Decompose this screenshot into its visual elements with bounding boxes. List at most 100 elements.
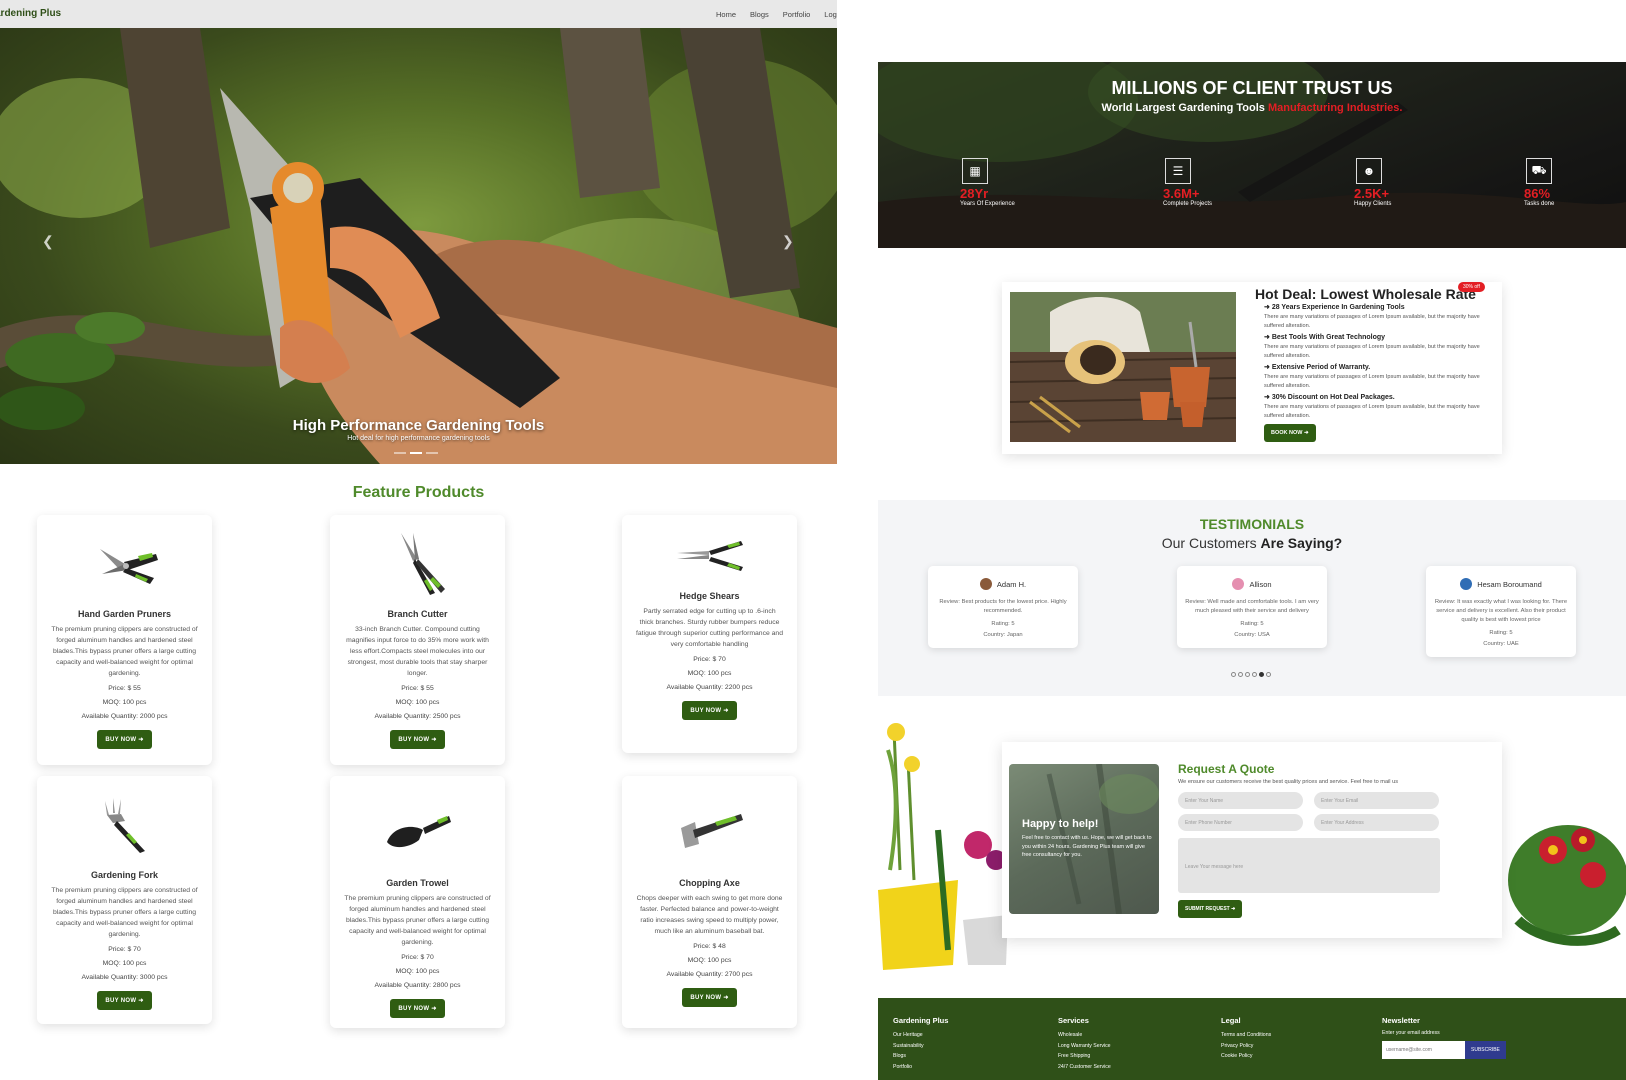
footer-link[interactable]: Portfolio (893, 1062, 948, 1073)
product-price: Price: $ 70 (401, 954, 434, 961)
quote-card: Happy to help! Feel free to contact with… (1002, 742, 1502, 938)
buy-now-button[interactable]: BUY NOW ➜ (390, 999, 445, 1018)
hero-next-icon[interactable]: ❯ (782, 233, 794, 250)
buy-now-button[interactable]: BUY NOW ➜ (97, 991, 152, 1010)
buy-now-button[interactable]: BUY NOW ➜ (682, 701, 737, 720)
buy-now-button[interactable]: BUY NOW ➜ (97, 730, 152, 749)
axe-icon (622, 798, 797, 868)
nav-links: Home Blogs Portfolio Logi (716, 10, 837, 22)
buy-now-label: BUY NOW (105, 737, 137, 743)
footer-link[interactable]: Blogs (893, 1051, 948, 1062)
testimonial-card: Adam H. Review: Best products for the lo… (928, 566, 1078, 648)
product-description: Chops deeper with each swing to get more… (636, 895, 783, 935)
buy-now-button[interactable]: BUY NOW ➜ (390, 730, 445, 749)
footer-link[interactable]: Privacy Policy (1221, 1041, 1271, 1052)
brand-logo-text[interactable]: ardening Plus (0, 8, 61, 19)
arrow-right-icon: ➜ (1231, 906, 1236, 912)
nav-link-home[interactable]: Home (716, 10, 736, 19)
arrow-right-icon: ➜ (1264, 364, 1272, 371)
hero-prev-icon[interactable]: ❮ (42, 233, 54, 250)
message-field[interactable] (1178, 838, 1440, 893)
email-field[interactable] (1314, 792, 1439, 809)
footer-link[interactable]: Long Warranty Service (1058, 1041, 1111, 1052)
footer-link[interactable]: Our Heritage (893, 1030, 948, 1041)
testimonials-section: TESTIMONIALS Our Customers Are Saying? A… (878, 500, 1626, 696)
arrow-right-icon: ➜ (431, 737, 437, 743)
hero-indicator[interactable] (394, 452, 406, 454)
product-name: Hand Garden Pruners (77, 609, 172, 619)
footer-link[interactable]: Wholesale (1058, 1030, 1111, 1041)
hot-deal-card: Hot Deal: Lowest Wholesale Rate 30% off … (1002, 282, 1502, 454)
nav-link-portfolio[interactable]: Portfolio (783, 10, 811, 19)
subscribe-button[interactable]: SUBSCRIBE (1465, 1041, 1506, 1059)
deal-point-heading: ➜ 28 Years Experience In Gardening Tools (1264, 303, 1494, 313)
name-field[interactable] (1178, 792, 1303, 809)
book-now-button[interactable]: BOOK NOW ➜ (1264, 424, 1316, 442)
product-card: Branch Cutter 33-inch Branch Cutter. Com… (330, 515, 505, 765)
testimonial-rating: Rating: 5 (991, 621, 1015, 627)
address-field[interactable] (1314, 814, 1439, 831)
footer-heading: Services (1058, 1016, 1089, 1025)
hero-indicator-active[interactable] (410, 452, 422, 454)
testimonial-dot[interactable] (1245, 672, 1250, 677)
testimonial-rating: Rating: 5 (1489, 630, 1513, 636)
hero-indicator[interactable] (426, 452, 438, 454)
avatar (1460, 578, 1473, 590)
footer-link[interactable]: Free Shipping (1058, 1051, 1111, 1062)
buy-now-label: BUY NOW (398, 1006, 430, 1012)
product-quantity: Available Quantity: 3000 pcs (81, 974, 168, 981)
footer-link[interactable]: Cookie Policy (1221, 1051, 1271, 1062)
footer-link[interactable]: Sustainability (893, 1041, 948, 1052)
product-quantity: Available Quantity: 2700 pcs (666, 971, 753, 978)
help-title: Happy to help! (1022, 818, 1099, 830)
book-now-label: BOOK NOW (1271, 430, 1303, 436)
stats-banner: MILLIONS OF CLIENT TRUST US World Larges… (878, 62, 1626, 248)
testimonial-dot[interactable] (1238, 672, 1243, 677)
testimonial-dot-active[interactable] (1259, 672, 1264, 677)
nav-link-blogs[interactable]: Blogs (750, 10, 769, 19)
product-price: Price: $ 48 (693, 943, 726, 950)
testimonial-card: Hesam Boroumand Review: It was exactly w… (1426, 566, 1576, 657)
buy-now-button[interactable]: BUY NOW ➜ (682, 988, 737, 1007)
navbar: ardening Plus Home Blogs Portfolio Logi (0, 0, 837, 28)
product-description: The premium pruning clippers are constru… (51, 887, 198, 938)
testimonial-dot[interactable] (1252, 672, 1257, 677)
deal-point-heading: ➜ 30% Discount on Hot Deal Packages. (1264, 393, 1494, 403)
product-description: 33-inch Branch Cutter. Compound cutting … (346, 626, 489, 677)
newsletter-email-input[interactable] (1382, 1041, 1465, 1059)
newsletter-form: SUBSCRIBE (1382, 1041, 1506, 1059)
footer: Gardening Plus Our Heritage Sustainabili… (878, 998, 1626, 1080)
testimonial-dot[interactable] (1231, 672, 1236, 677)
footer-column-newsletter: Newsletter Enter your email address SUBS… (1382, 1016, 1506, 1059)
product-name: Chopping Axe (679, 878, 740, 888)
product-description: The premium pruning clippers are constru… (344, 895, 491, 946)
newsletter-label: Enter your email address (1382, 1030, 1440, 1036)
stats-subtitle: World Largest Gardening Tools Manufactur… (878, 102, 1626, 114)
calendar-icon: ▦ (962, 158, 988, 184)
arrow-right-icon: ➜ (138, 998, 144, 1004)
footer-link[interactable]: 24/7 Customer Service (1058, 1062, 1111, 1073)
hero-title: High Performance Gardening Tools (292, 417, 545, 434)
product-card: Gardening Fork The premium pruning clipp… (37, 776, 212, 1024)
nav-link-login[interactable]: Logi (824, 10, 837, 19)
stats-subtitle-main: World Largest Gardening Tools (1101, 102, 1268, 114)
deal-point-heading: ➜ Extensive Period of Warranty. (1264, 363, 1494, 373)
footer-link[interactable]: Terms and Conditions (1221, 1030, 1271, 1041)
buy-now-label: BUY NOW (105, 998, 137, 1004)
deal-point-heading-text: Best Tools With Great Technology (1271, 334, 1386, 341)
phone-field[interactable] (1178, 814, 1303, 831)
testimonial-review: Review: It was exactly what I was lookin… (1434, 599, 1568, 623)
testimonial-dot[interactable] (1266, 672, 1271, 677)
testimonial-card: Allison Review: Well made and comfortabl… (1177, 566, 1327, 648)
submit-request-button[interactable]: SUBMIT REQUEST ➜ (1178, 900, 1243, 918)
product-card: Garden Trowel The premium pruning clippe… (330, 776, 505, 1028)
fork-icon (37, 790, 212, 860)
product-moq: MOQ: 100 pcs (395, 968, 440, 975)
deal-point-text: There are many variations of passages of… (1264, 344, 1480, 359)
buy-now-label: BUY NOW (690, 708, 722, 714)
stats-title: MILLIONS OF CLIENT TRUST US (1111, 78, 1393, 98)
product-moq: MOQ: 100 pcs (395, 699, 440, 706)
quote-subtitle: We ensure our customers receive the best… (1178, 779, 1399, 785)
arrow-right-icon: ➜ (723, 995, 729, 1001)
quote-title: Request A Quote (1178, 762, 1275, 776)
